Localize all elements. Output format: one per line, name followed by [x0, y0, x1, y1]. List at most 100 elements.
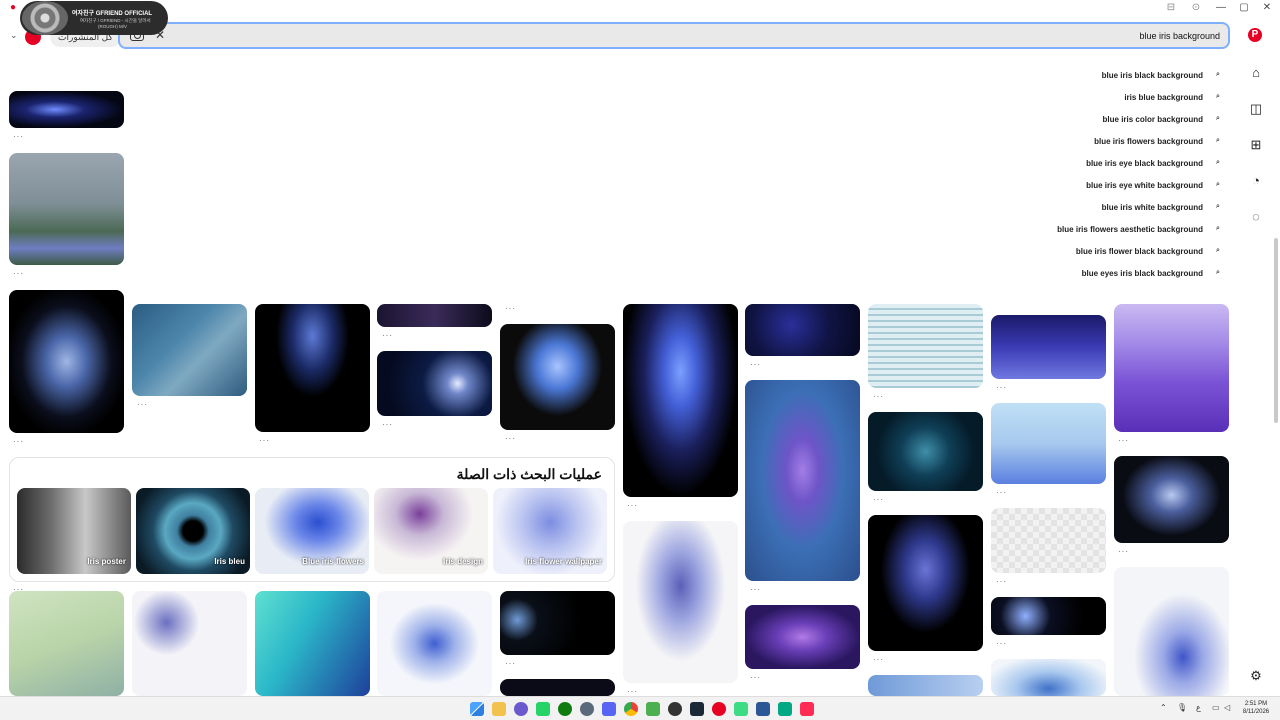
- suggestion-item[interactable]: blue iris black background ⌕: [940, 64, 1225, 86]
- pin-more-button[interactable]: ···: [750, 360, 761, 369]
- pin-image[interactable]: [868, 515, 983, 651]
- file-explorer-icon[interactable]: [492, 702, 506, 716]
- minecraft-icon[interactable]: [646, 702, 660, 716]
- pin-image[interactable]: [377, 304, 492, 327]
- teams-icon[interactable]: [514, 702, 528, 716]
- suggestion-item[interactable]: iris blue background ⌕: [940, 86, 1225, 108]
- pin-image[interactable]: [132, 591, 247, 696]
- tiktok-icon[interactable]: [800, 702, 814, 716]
- pin-image[interactable]: [9, 591, 124, 696]
- pin-image[interactable]: [868, 675, 983, 696]
- pin-more-button[interactable]: ···: [13, 585, 24, 594]
- suggestion-item[interactable]: blue iris flowers background ⌕: [940, 130, 1225, 152]
- pin-image[interactable]: [132, 304, 247, 396]
- create-icon[interactable]: ⊞: [1248, 137, 1264, 153]
- pin-image[interactable]: [868, 304, 983, 388]
- steam-icon[interactable]: [690, 702, 704, 716]
- pin-image[interactable]: [868, 412, 983, 491]
- layout-icon[interactable]: ◫: [1248, 101, 1264, 117]
- system-clock[interactable]: 2:51 PM 8/11/2026: [1236, 700, 1276, 716]
- pin-more-button[interactable]: ···: [873, 392, 884, 401]
- chrome-icon[interactable]: [624, 702, 638, 716]
- pinterest-logo[interactable]: P: [1248, 28, 1262, 42]
- pin-image[interactable]: [991, 659, 1106, 696]
- suggestion-item[interactable]: blue iris flowers aesthetic background ⌕: [940, 218, 1225, 240]
- pin-image[interactable]: [745, 380, 860, 581]
- pin-image[interactable]: [500, 324, 615, 430]
- pin-image[interactable]: [9, 153, 124, 265]
- pin-image[interactable]: [9, 91, 124, 128]
- pin-more-button[interactable]: ···: [750, 673, 761, 682]
- messages-icon[interactable]: ◌: [1248, 209, 1264, 225]
- related-search-card[interactable]: Iris poster: [17, 488, 131, 574]
- pin-more-button[interactable]: ···: [750, 585, 761, 594]
- pin-image[interactable]: [1114, 456, 1229, 543]
- pin-window-icon[interactable]: ⊟: [1160, 2, 1182, 13]
- pin-more-button[interactable]: ···: [382, 420, 393, 429]
- settings-icon[interactable]: ⚙: [1248, 668, 1264, 684]
- pin-more-button[interactable]: ···: [873, 655, 884, 664]
- network-icon[interactable]: ▭: [1212, 703, 1220, 712]
- media-player-widget[interactable]: 여자친구 GFRIEND OFFICIAL 여자친구 / GFRIEND - 시…: [20, 1, 168, 35]
- pin-image[interactable]: [745, 605, 860, 669]
- pin-image[interactable]: [991, 315, 1106, 379]
- start-menu-icon[interactable]: [470, 702, 484, 716]
- close-window-button[interactable]: ✕: [1256, 2, 1278, 13]
- home-icon[interactable]: ⌂: [1248, 65, 1264, 81]
- pin-image[interactable]: [991, 508, 1106, 573]
- chevron-up-icon[interactable]: ⌃: [1160, 703, 1167, 712]
- suggestion-item[interactable]: blue eyes iris black background ⌕: [940, 262, 1225, 284]
- pin-more-button[interactable]: ···: [259, 436, 270, 445]
- suggestion-item[interactable]: blue iris eye white background ⌕: [940, 174, 1225, 196]
- pin-image[interactable]: [9, 290, 124, 433]
- pin-image[interactable]: [255, 304, 370, 432]
- pin-more-button[interactable]: ···: [505, 434, 516, 443]
- pin-more-button[interactable]: ···: [996, 639, 1007, 648]
- pin-image[interactable]: [1114, 304, 1229, 432]
- pin-image[interactable]: [1114, 567, 1229, 696]
- whatsapp-icon[interactable]: [536, 702, 550, 716]
- maximize-button[interactable]: ▢: [1233, 2, 1255, 13]
- pin-more-button[interactable]: ···: [1118, 547, 1129, 556]
- pin-more-button[interactable]: ···: [13, 269, 24, 278]
- language-indicator[interactable]: ع: [1196, 703, 1201, 712]
- pin-more-button[interactable]: ···: [627, 687, 638, 696]
- related-search-card[interactable]: Iris flower wallpaper: [493, 488, 607, 574]
- minimize-button[interactable]: —: [1210, 2, 1232, 13]
- pin-more-button[interactable]: ···: [996, 383, 1007, 392]
- pin-more-button[interactable]: ···: [505, 659, 516, 668]
- pin-image[interactable]: [991, 597, 1106, 635]
- pin-image[interactable]: [991, 403, 1106, 484]
- pin-more-button[interactable]: ···: [1118, 436, 1129, 445]
- pin-image[interactable]: [500, 591, 615, 655]
- pin-more-button[interactable]: ···: [13, 132, 24, 141]
- suggestion-item[interactable]: blue iris white background ⌕: [940, 196, 1225, 218]
- pin-image[interactable]: [255, 591, 370, 696]
- scrollbar[interactable]: [1274, 238, 1278, 423]
- pin-image[interactable]: [623, 304, 738, 497]
- suggestion-item[interactable]: blue iris color background ⌕: [940, 108, 1225, 130]
- suggestion-item[interactable]: blue iris flower black background ⌕: [940, 240, 1225, 262]
- pin-more-button[interactable]: ···: [873, 495, 884, 504]
- discord-icon[interactable]: [602, 702, 616, 716]
- bell-icon[interactable]: ◔: [1248, 173, 1264, 189]
- pin-image[interactable]: [377, 351, 492, 416]
- app-icon[interactable]: [756, 702, 770, 716]
- play-icon[interactable]: [734, 702, 748, 716]
- pinterest-taskbar-icon[interactable]: [712, 702, 726, 716]
- volume-icon[interactable]: ◁: [1224, 703, 1230, 712]
- xbox-icon[interactable]: [558, 702, 572, 716]
- pin-more-button[interactable]: ···: [996, 577, 1007, 586]
- pin-more-button[interactable]: ···: [627, 501, 638, 510]
- search-input[interactable]: [820, 28, 1220, 44]
- search-bar[interactable]: ✕: [118, 22, 1230, 49]
- suggestion-item[interactable]: blue iris eye black background ⌕: [940, 152, 1225, 174]
- pin-more-button[interactable]: ···: [996, 488, 1007, 497]
- related-search-card[interactable]: Iris design: [374, 488, 488, 574]
- pin-image[interactable]: [377, 591, 492, 696]
- settings-app-icon[interactable]: [580, 702, 594, 716]
- pin-more-button[interactable]: ···: [505, 304, 516, 313]
- pin-image[interactable]: [500, 679, 615, 696]
- related-search-card[interactable]: Blue iris flowers: [255, 488, 369, 574]
- related-search-card[interactable]: Iris bleu: [136, 488, 250, 574]
